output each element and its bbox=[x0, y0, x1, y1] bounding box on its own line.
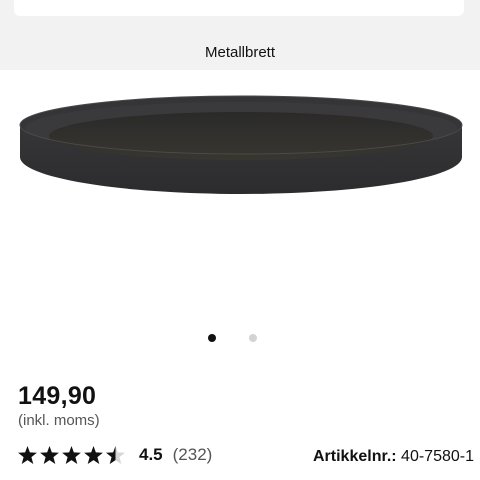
tray-image bbox=[19, 95, 463, 194]
product-rating[interactable]: 4.5 (232) bbox=[18, 444, 212, 466]
gallery-dot-2[interactable] bbox=[249, 334, 257, 342]
star-full-icon bbox=[84, 446, 103, 464]
article-number-value: 40-7580-1 bbox=[401, 448, 474, 465]
star-half-icon bbox=[106, 446, 125, 464]
gallery-pagination bbox=[0, 333, 480, 343]
rating-stars bbox=[18, 446, 125, 464]
rating-value: 4.5 bbox=[139, 445, 163, 464]
star-full-icon bbox=[40, 446, 59, 464]
search-input[interactable]: g bbox=[14, 0, 464, 16]
page-title-bar: Metallbrett bbox=[0, 34, 480, 70]
product-image[interactable] bbox=[0, 70, 480, 320]
vat-note: (inkl. moms) bbox=[18, 412, 100, 429]
page-title: Metallbrett bbox=[204, 44, 276, 61]
rating-count[interactable]: (232) bbox=[173, 445, 213, 465]
gallery-dot-1[interactable] bbox=[208, 334, 216, 342]
search-area: g bbox=[0, 0, 480, 34]
star-full-icon bbox=[62, 446, 81, 464]
article-number-label: Artikkelnr.: bbox=[313, 448, 397, 465]
product-price: 149,90 bbox=[18, 382, 97, 410]
article-number: Artikkelnr.: 40-7580-1 bbox=[313, 448, 474, 466]
star-full-icon bbox=[18, 446, 37, 464]
